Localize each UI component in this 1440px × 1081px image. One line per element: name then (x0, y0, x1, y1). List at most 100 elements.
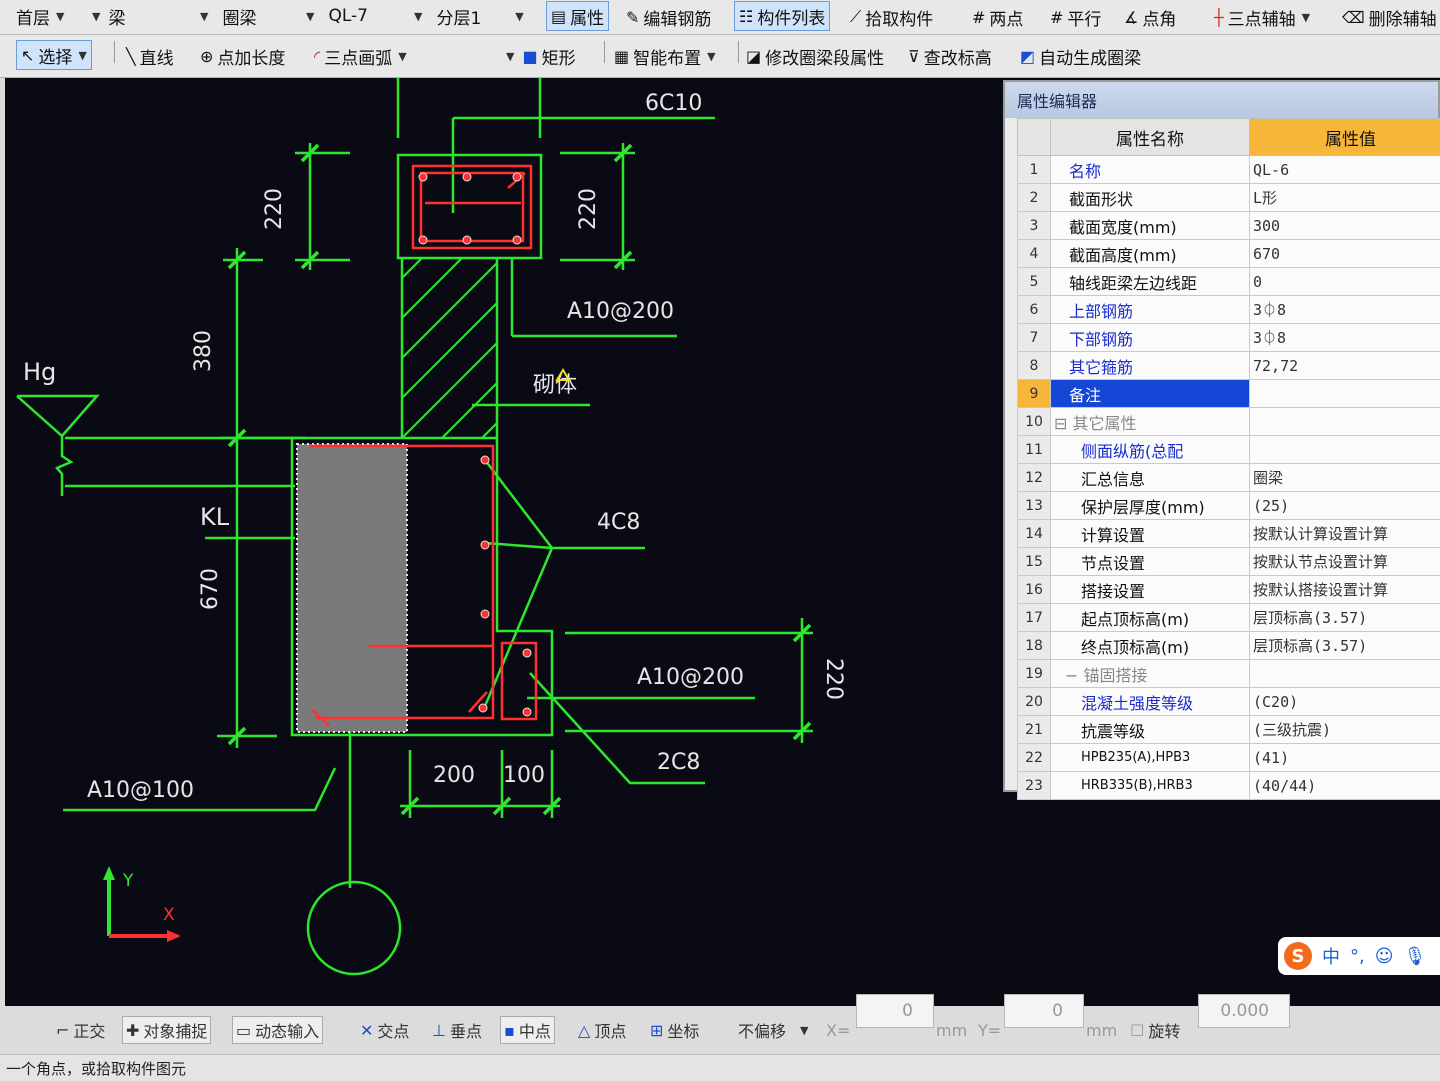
prop-value[interactable]: 按默认节点设置计算 (1250, 548, 1440, 576)
change-elevation-button[interactable]: ⊽查改标高 (908, 41, 992, 71)
prop-value[interactable]: (25) (1250, 492, 1440, 520)
two-point-axis-button[interactable]: #两点 (972, 2, 1023, 32)
table-row[interactable]: 16搭接设置按默认搭接设置计算 (1018, 576, 1440, 604)
dim-label: 220 (821, 658, 846, 700)
parallel-axis-button[interactable]: #平行 (1050, 2, 1101, 32)
three-point-arc-button[interactable]: ◜三点画弧▼ (314, 41, 407, 71)
prop-value[interactable]: 圈梁 (1250, 464, 1440, 492)
table-row[interactable]: 5轴线距梁左边线距0 (1018, 268, 1440, 296)
table-row-group[interactable]: 19− 锚固搭接 (1018, 660, 1440, 688)
table-row-group[interactable]: 10⊟ 其它属性 (1018, 408, 1440, 436)
rotate-checkbox[interactable]: ☐旋转 (1130, 1016, 1180, 1044)
rotation-input[interactable]: 0.000 (1198, 994, 1290, 1028)
type-select[interactable]: ▼圈梁 (194, 3, 256, 29)
table-row[interactable]: 20混凝土强度等级(C20) (1018, 688, 1440, 716)
arc-icon: ◜ (314, 47, 320, 66)
pick-component-button[interactable]: ⟋拾取构件 (850, 2, 933, 32)
ime-language[interactable]: 中 (1322, 943, 1340, 969)
layer-select[interactable]: ▼分层1▼ (408, 3, 524, 29)
table-row[interactable]: 12汇总信息圈梁 (1018, 464, 1440, 492)
prop-value[interactable]: 按默认搭接设置计算 (1250, 576, 1440, 604)
table-row[interactable]: 15节点设置按默认节点设置计算 (1018, 548, 1440, 576)
dynamic-input-toggle[interactable]: ▭动态输入 (232, 1016, 323, 1044)
prop-value[interactable]: 3⏀8 (1250, 296, 1440, 324)
prop-value[interactable]: 72,72 (1250, 352, 1440, 380)
offset-select[interactable]: 不偏移▼ (738, 1016, 808, 1044)
punctuation-icon[interactable]: °, (1350, 946, 1365, 967)
table-row-selected[interactable]: 9备注 (1018, 380, 1440, 408)
prop-value[interactable]: L形 (1250, 184, 1440, 212)
table-row[interactable]: 18终点顶标高(m)层顶标高(3.57) (1018, 632, 1440, 660)
top-rebar-label: 6C10 (645, 91, 702, 116)
table-row[interactable]: 6上部钢筋3⏀8 (1018, 296, 1440, 324)
prop-value[interactable]: 300 (1250, 212, 1440, 240)
collapse-icon[interactable]: − (1065, 666, 1084, 685)
modify-beam-props-button[interactable]: ◪修改圈梁段属性 (746, 41, 884, 71)
vertex-snap[interactable]: △顶点 (578, 1016, 626, 1044)
prop-value[interactable]: 层顶标高(3.57) (1250, 604, 1440, 632)
dim-label: 200 (433, 763, 475, 788)
edit-rebar-button[interactable]: ✎编辑钢筋 (626, 2, 711, 32)
collapse-icon[interactable]: ⊟ (1054, 414, 1073, 433)
properties-button[interactable]: ▤属性 (546, 1, 609, 31)
rebar-dot (523, 708, 531, 716)
object-snap-toggle[interactable]: ✚对象捕捉 (122, 1016, 211, 1044)
prop-value[interactable]: 层顶标高(3.57) (1250, 632, 1440, 660)
table-row[interactable]: 3截面宽度(mm)300 (1018, 212, 1440, 240)
emoji-icon[interactable]: ☺ (1375, 946, 1394, 967)
point-angle-button[interactable]: ∡点角 (1124, 2, 1176, 32)
table-row[interactable]: 2截面形状L形 (1018, 184, 1440, 212)
table-row[interactable]: 4截面高度(mm)670 (1018, 240, 1440, 268)
prop-value[interactable]: 按默认计算设置计算 (1250, 520, 1440, 548)
x-offset-input[interactable]: 0 (856, 994, 934, 1028)
line-button[interactable]: ╲直线 (126, 41, 174, 71)
table-row[interactable]: 7下部钢筋3⏀8 (1018, 324, 1440, 352)
y-offset-input[interactable]: 0 (1004, 994, 1084, 1028)
component-list-button[interactable]: ☷构件列表 (734, 1, 830, 31)
rebar-dot (481, 541, 489, 549)
table-row[interactable]: 13保护层厚度(mm)(25) (1018, 492, 1440, 520)
midpoint-snap[interactable]: ▪中点 (500, 1016, 555, 1044)
smart-layout-button[interactable]: ▦智能布置▼ (614, 41, 716, 71)
prop-value[interactable]: (40/44) (1250, 772, 1440, 800)
property-editor-title: 属性编辑器 (1005, 82, 1438, 118)
select-button[interactable]: ↖选择▼ (16, 40, 92, 70)
chevron-down-icon: ▼ (78, 49, 86, 62)
coordinate-snap[interactable]: ⊞坐标 (650, 1016, 699, 1044)
prop-value[interactable]: QL-6 (1250, 156, 1440, 184)
ortho-toggle[interactable]: ⌐正交 (56, 1016, 105, 1044)
table-row[interactable]: 14计算设置按默认计算设置计算 (1018, 520, 1440, 548)
auto-generate-beam-button[interactable]: ◩自动生成圈梁 (1020, 41, 1141, 71)
table-row[interactable]: 11侧面纵筋(总配 (1018, 436, 1440, 464)
microphone-icon[interactable]: 🎙 (1404, 946, 1427, 967)
prop-value[interactable]: (三级抗震) (1250, 716, 1440, 744)
three-point-axis-button[interactable]: ┼三点辅轴▼ (1214, 2, 1310, 32)
prop-name: 其它箍筋 (1051, 352, 1250, 380)
ime-toolbar[interactable]: S 中 °, ☺ 🎙 (1278, 937, 1440, 975)
table-row[interactable]: 22HPB235(A),HPB3(41) (1018, 744, 1440, 772)
hg-triangle (17, 396, 97, 436)
prop-value[interactable] (1250, 436, 1440, 464)
delete-axis-button[interactable]: ⌫删除辅轴 (1342, 2, 1437, 32)
table-row[interactable]: 23HRB335(B),HRB3(40/44) (1018, 772, 1440, 800)
prop-value-editor[interactable] (1250, 380, 1440, 408)
table-row[interactable]: 8其它箍筋72,72 (1018, 352, 1440, 380)
point-length-button[interactable]: ⊕点加长度 (200, 41, 285, 71)
list-icon: ☷ (739, 7, 753, 26)
prop-value[interactable]: 0 (1250, 268, 1440, 296)
prop-value[interactable]: 670 (1250, 240, 1440, 268)
intersection-snap[interactable]: ✕交点 (360, 1016, 409, 1044)
prop-value[interactable]: (41) (1250, 744, 1440, 772)
prop-value[interactable]: 3⏀8 (1250, 324, 1440, 352)
perpendicular-snap[interactable]: ⊥垂点 (432, 1016, 482, 1044)
floor-select[interactable]: 首层▼ (16, 3, 64, 29)
rect-button[interactable]: ▼■矩形 (506, 41, 576, 71)
table-row[interactable]: 21抗震等级(三级抗震) (1018, 716, 1440, 744)
sogou-logo-icon[interactable]: S (1284, 942, 1312, 970)
table-row[interactable]: 1名称QL-6 (1018, 156, 1440, 184)
prop-value[interactable]: (C20) (1250, 688, 1440, 716)
table-row[interactable]: 17起点顶标高(m)层顶标高(3.57) (1018, 604, 1440, 632)
prop-name: 混凝土强度等级 (1051, 688, 1250, 716)
category-select[interactable]: ▼梁 (86, 3, 125, 29)
component-select[interactable]: ▼QL-7 (300, 3, 368, 29)
